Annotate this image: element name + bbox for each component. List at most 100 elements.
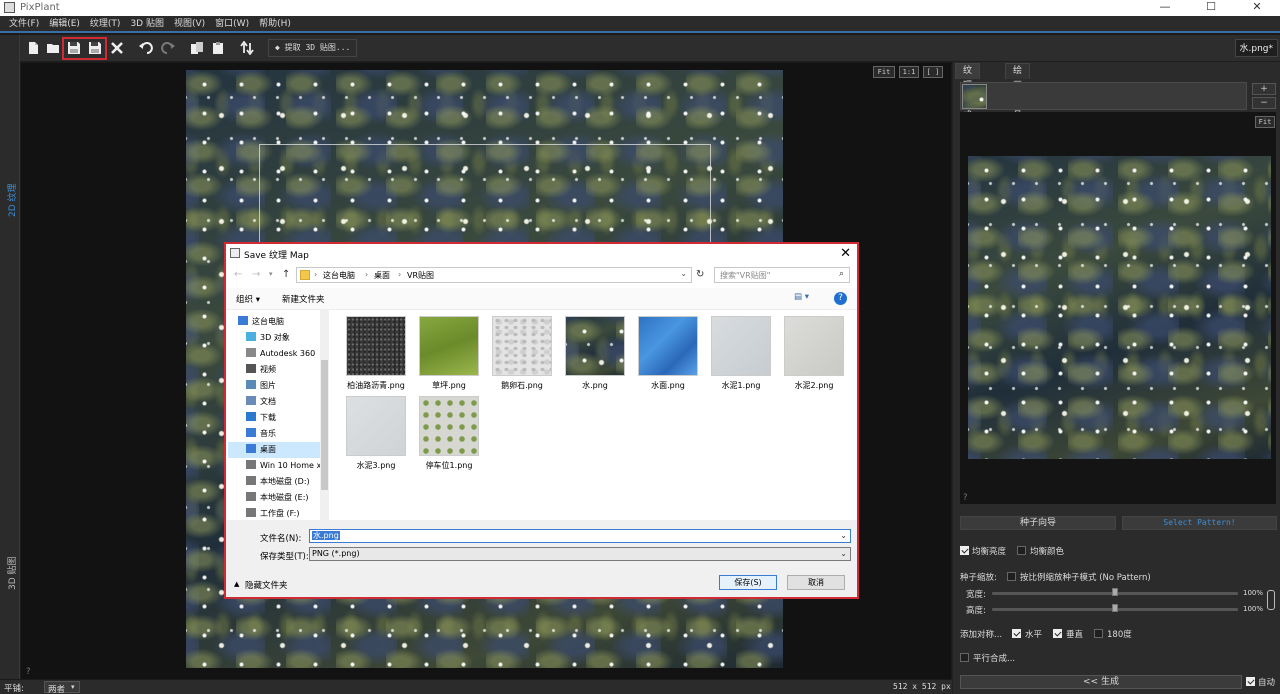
menu-window[interactable]: 窗口(W) [210,16,254,32]
height-slider-handle[interactable] [1112,604,1118,612]
filename-input[interactable]: 水.png ⌄ [309,529,851,543]
nav-item[interactable]: 这台电脑 [228,314,320,330]
menu-texture[interactable]: 纹理(T) [85,16,126,32]
balance-color-label: 均衡颜色 [1030,547,1065,557]
rotate-180-checkbox[interactable] [1094,629,1103,638]
seed-selection-rect[interactable] [259,144,711,254]
refresh-icon[interactable]: ↻ [696,269,704,280]
parallel-synthesis-checkbox[interactable] [960,653,969,662]
hide-folders-button[interactable]: 隐藏文件夹 [245,579,288,591]
nav-item[interactable]: 本地磁盘 (E:) [228,490,320,506]
breadcrumb-item[interactable]: VR贴图 [407,270,434,281]
save-confirm-button[interactable]: 保存(S) [719,575,777,590]
recent-dropdown-icon[interactable]: ▾ [269,270,273,278]
chevron-down-icon[interactable]: ⌄ [840,530,847,542]
forward-arrow-icon[interactable]: → [252,269,260,280]
seed-thumbnail[interactable] [962,84,987,109]
file-item[interactable]: 水泥2.png [778,314,850,392]
swap-button[interactable] [238,39,256,57]
file-item[interactable]: 水.png [559,314,631,392]
tab-paint-tools[interactable]: 绘画工具 [1005,63,1031,121]
file-item[interactable]: 柏油路沥青.png [340,314,412,392]
seed-guide-button[interactable]: 种子向导 [960,516,1116,530]
nav-item[interactable]: 图片 [228,378,320,394]
add-seed-button[interactable]: + [1252,83,1276,95]
save-button[interactable] [65,39,83,57]
breadcrumb-item[interactable]: 桌面 [374,270,390,281]
vertical-checkbox[interactable] [1053,629,1062,638]
menu-view[interactable]: 视图(V) [169,16,210,32]
mode-2d-texture[interactable]: 2D 纹理 [5,183,18,217]
search-input[interactable]: 搜索"VR贴图" ⌕ [714,267,850,283]
nav-item[interactable]: 3D 对象 [228,330,320,346]
tile-select[interactable]: 两者 ▾ [44,681,80,694]
nav-scroll-thumb[interactable] [321,360,328,490]
nav-item[interactable]: 桌面 [228,442,320,458]
minimize-button[interactable]: — [1142,0,1188,16]
maximize-button[interactable]: ☐ [1188,0,1234,16]
file-item[interactable]: 草坪.png [413,314,485,392]
link-chain-icon[interactable] [1267,590,1275,610]
select-pattern-button[interactable]: Select Pattern! [1122,516,1277,530]
horizontal-checkbox[interactable] [1012,629,1021,638]
extract-3d-map-button[interactable]: ◆ 提取 3D 贴图... [268,39,358,57]
address-bar[interactable]: › 这台电脑 › 桌面 › VR贴图 ⌄ [296,267,692,283]
redo-button[interactable] [159,39,177,57]
file-item[interactable]: 水泥1.png [705,314,777,392]
generate-button[interactable]: << 生成 [960,675,1242,689]
file-item[interactable]: 水面.png [632,314,704,392]
menu-help[interactable]: 帮助(H) [254,16,296,32]
nav-item[interactable]: 本地磁盘 (D:) [228,474,320,490]
copy-button[interactable] [188,39,206,57]
file-item[interactable]: 鹅卵石.png [486,314,558,392]
menu-3d-map[interactable]: 3D 贴图 [125,16,169,32]
auto-checkbox[interactable] [1246,677,1255,686]
close-file-button[interactable] [108,39,126,57]
up-arrow-icon[interactable]: ↑ [282,269,290,280]
dialog-close-button[interactable]: ✕ [840,246,851,261]
chevron-down-icon[interactable]: ⌄ [680,269,687,278]
file-item[interactable]: 停车位1.png [413,394,485,472]
nav-scrollbar[interactable] [320,310,329,520]
file-item[interactable]: 水泥3.png [340,394,412,472]
actual-size-button[interactable]: 1:1 [899,66,919,78]
nav-item[interactable]: 文档 [228,394,320,410]
new-folder-button[interactable]: 新建文件夹 [282,293,325,305]
undo-button[interactable] [137,39,155,57]
menu-edit[interactable]: 编辑(E) [44,16,85,32]
organize-button[interactable]: 组织 ▾ [236,293,260,305]
fullscreen-button[interactable]: [ ] [923,66,943,78]
remove-seed-button[interactable]: − [1252,97,1276,109]
new-file-button[interactable] [24,39,42,57]
open-file-button[interactable] [44,39,62,57]
balance-brightness-checkbox[interactable] [960,546,969,555]
close-window-button[interactable]: ✕ [1234,0,1280,16]
paste-button[interactable] [209,39,227,57]
nav-item[interactable]: 下载 [228,410,320,426]
fit-view-button[interactable]: Fit [873,66,895,78]
breadcrumb-item[interactable]: 这台电脑 [323,270,355,281]
cancel-button[interactable]: 取消 [787,575,845,590]
preview-fit-button[interactable]: Fit [1255,116,1275,128]
mode-3d-map[interactable]: 3D 贴图 [5,556,18,590]
balance-color-checkbox[interactable] [1017,546,1026,555]
save-as-button[interactable] [86,39,104,57]
preview-help-icon[interactable]: ? [963,493,968,503]
menu-file[interactable]: 文件(F) [4,16,44,32]
search-placeholder: 搜索"VR贴图" [720,271,771,280]
filetype-select[interactable]: PNG (*.png) ⌄ [309,547,851,561]
document-tab[interactable]: 水.png* [1234,39,1278,57]
nav-item[interactable]: Autodesk 360 [228,346,320,362]
tab-texture-synthesis[interactable]: 纹理合成 [955,63,981,121]
width-slider-handle[interactable] [1112,588,1118,596]
view-options-icon[interactable]: ▤ ▾ [794,292,809,302]
help-icon[interactable]: ? [834,292,847,305]
nav-item[interactable]: Win 10 Home x [228,458,320,474]
back-arrow-icon[interactable]: ← [234,269,242,280]
collapse-icon[interactable]: ▲ [234,580,239,588]
nav-item[interactable]: 音乐 [228,426,320,442]
canvas-help-icon[interactable]: ? [26,667,31,677]
close-x-icon [111,42,123,54]
nav-item[interactable]: 视频 [228,362,320,378]
proportional-scale-checkbox[interactable] [1007,572,1016,581]
